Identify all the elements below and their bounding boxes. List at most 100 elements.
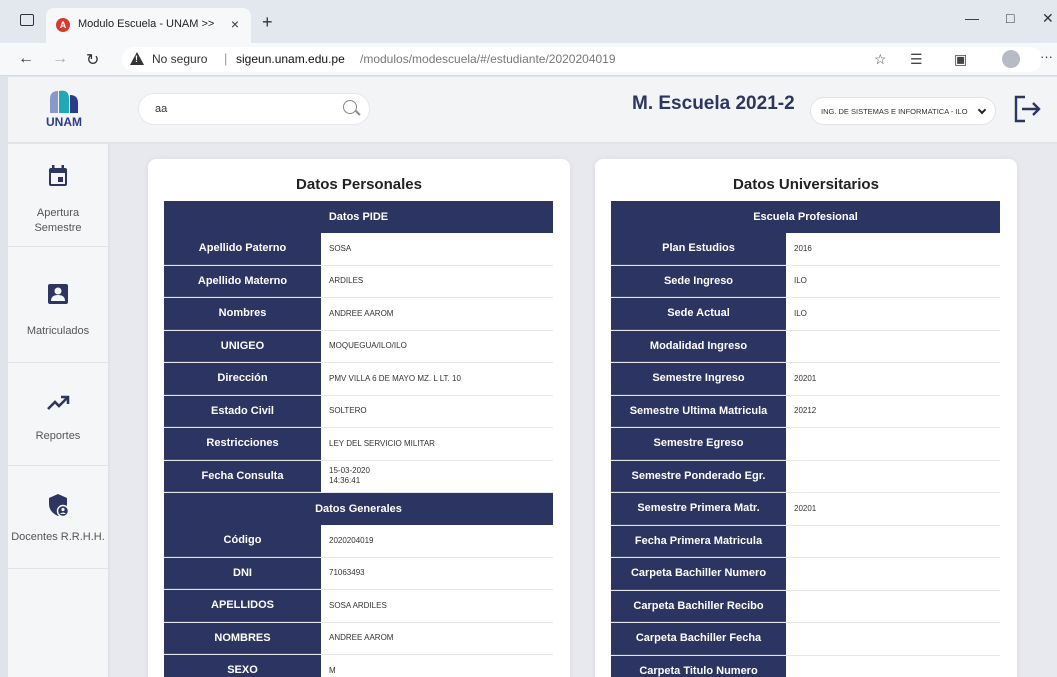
table-section-header: Escuela Profesional (611, 201, 1000, 233)
table-row: Código 2020204019 (164, 525, 553, 558)
table-row: Semestre Ponderado Egr. (611, 460, 1000, 493)
table-row: Fecha Primera Matricula (611, 525, 1000, 558)
row-key: Carpeta Bachiller Fecha (611, 623, 786, 655)
row-key: Apellido Materno (164, 265, 321, 297)
row-value: 15-03-2020 14:36:41 (321, 460, 553, 492)
table-row: Sede Ingreso ILO (611, 265, 1000, 298)
school-select[interactable]: ING. DE SISTEMAS E INFORMATICA - ILO (810, 97, 996, 125)
table-row: Carpeta Bachiller Recibo (611, 590, 1000, 623)
row-value: LEY DEL SERVICIO MILITAR (321, 428, 553, 460)
row-value: M (321, 655, 553, 677)
back-icon[interactable]: ← (18, 50, 34, 68)
row-key: DNI (164, 557, 321, 589)
table-row: NOMBRES ANDREE AAROM (164, 622, 553, 655)
table-row: Sede Actual ILO (611, 298, 1000, 331)
row-value: SOSA ARDILES (321, 590, 553, 622)
row-key: Código (164, 525, 321, 557)
row-value: ILO (786, 265, 1000, 297)
row-value: SOSA (321, 233, 553, 265)
sidebar-item-reportes[interactable]: Reportes (8, 363, 108, 466)
url-input[interactable]: No seguro | sigeun.unam.edu.pe /modulos/… (122, 47, 1042, 72)
row-value: 20201 (786, 363, 1000, 395)
row-key: Carpeta Titulo Numero (611, 655, 786, 677)
row-value (786, 330, 1000, 362)
tab-title: Modulo Escuela - UNAM >> (78, 18, 215, 30)
chevron-down-icon (977, 105, 987, 115)
row-key: APELLIDOS (164, 590, 321, 622)
row-value (786, 558, 1000, 590)
row-value (786, 655, 1000, 677)
add-favorite-icon[interactable]: ☆ (874, 51, 887, 68)
row-key: NOMBRES (164, 622, 321, 654)
personal-data-card: Datos Personales Datos PIDE Apellido Pat… (148, 159, 570, 677)
table-row: SEXO M (164, 655, 553, 677)
sidebar-item-docentes[interactable]: Docentes R.R.H.H. (8, 466, 108, 569)
page-title: M. Escuela 2021-2 (632, 93, 795, 114)
window-menu-icon[interactable] (20, 14, 34, 26)
consult-time: 14:36:41 (329, 476, 361, 486)
table-row: Semestre Primera Matr. 20201 (611, 493, 1000, 526)
row-key: Fecha Consulta (164, 460, 321, 492)
row-key: Dirección (164, 363, 321, 395)
main-content: Datos Personales Datos PIDE Apellido Pat… (110, 144, 1057, 677)
row-value: ILO (786, 298, 1000, 330)
row-key: Semestre Primera Matr. (611, 493, 786, 525)
university-data-card: Datos Universitarios Escuela Profesional… (595, 159, 1017, 677)
table-row: Semestre Ultima Matricula 20212 (611, 395, 1000, 428)
row-value (786, 623, 1000, 655)
table-row: Restricciones LEY DEL SERVICIO MILITAR (164, 428, 553, 461)
row-key: Semestre Ponderado Egr. (611, 460, 786, 492)
favorites-icon[interactable]: ☰ (910, 51, 923, 68)
sidebar-item-matriculados[interactable]: Matriculados (8, 260, 108, 363)
table-row: Nombres ANDREE AAROM (164, 298, 553, 331)
row-value: MOQUEGUA/ILO/ILO (321, 330, 553, 362)
search-input[interactable]: aa (138, 93, 370, 125)
forward-icon[interactable]: → (52, 50, 68, 68)
close-window-icon[interactable]: ✕ (1042, 10, 1054, 27)
table-row: Fecha Consulta 15-03-2020 14:36:41 (164, 460, 553, 493)
angular-favicon-icon: A (56, 18, 70, 32)
browser-tab-bar: A Modulo Escuela - UNAM >> × + — □ ✕ (0, 0, 1057, 43)
row-key: Restricciones (164, 428, 321, 460)
logo-text: UNAM (46, 115, 82, 129)
row-key: Plan Estudios (611, 233, 786, 265)
sidebar-item-label: Matriculados (26, 325, 90, 337)
table-row: DNI 71063493 (164, 557, 553, 590)
sidebar-item-label: Docentes R.R.H.H. (11, 531, 105, 543)
profile-icon[interactable] (1002, 50, 1020, 68)
maximize-icon[interactable]: □ (1006, 10, 1014, 26)
university-data-table: Escuela Profesional Plan Estudios 2016 Se… (611, 201, 1000, 677)
row-key: Apellido Paterno (164, 233, 321, 265)
row-key: Semestre Egreso (611, 428, 786, 460)
row-key: UNIGEO (164, 330, 321, 362)
collections-icon[interactable]: ▣ (954, 51, 967, 68)
table-row: Apellido Materno ARDILES (164, 265, 553, 298)
app-header: UNAM aa M. Escuela 2021-2 ING. DE SISTEM… (8, 77, 1057, 143)
logout-icon[interactable] (1012, 94, 1042, 124)
row-value: ANDREE AAROM (321, 622, 553, 654)
new-tab-button[interactable]: + (262, 12, 273, 33)
url-host: sigeun.unam.edu.pe (236, 52, 345, 66)
tab-close-icon[interactable]: × (231, 16, 239, 32)
browser-tab[interactable]: A Modulo Escuela - UNAM >> × (46, 8, 251, 43)
more-menu-icon[interactable]: ··· (1040, 49, 1053, 64)
table-row: Carpeta Titulo Numero (611, 655, 1000, 677)
reload-icon[interactable]: ↻ (86, 50, 99, 70)
table-row: Apellido Paterno SOSA (164, 233, 553, 266)
row-key: Sede Actual (611, 298, 786, 330)
row-key: SEXO (164, 655, 321, 677)
url-separator: | (224, 51, 228, 66)
table-row: Estado Civil SOLTERO (164, 395, 553, 428)
unam-logo[interactable]: UNAM (38, 89, 90, 131)
personal-data-table: Datos PIDE Apellido Paterno SOSA Apellid… (164, 201, 553, 677)
row-value: 71063493 (321, 557, 553, 589)
not-secure-label[interactable]: No seguro (152, 52, 207, 66)
row-key: Sede Ingreso (611, 265, 786, 297)
sidebar-item-apertura-semestre[interactable]: Apertura Semestre (8, 144, 108, 247)
row-value (786, 525, 1000, 557)
minimize-icon[interactable]: — (965, 10, 979, 26)
row-key: Nombres (164, 298, 321, 330)
search-icon[interactable] (343, 100, 357, 114)
row-value: 20201 (786, 493, 1000, 525)
table-row: Semestre Ingreso 20201 (611, 363, 1000, 396)
